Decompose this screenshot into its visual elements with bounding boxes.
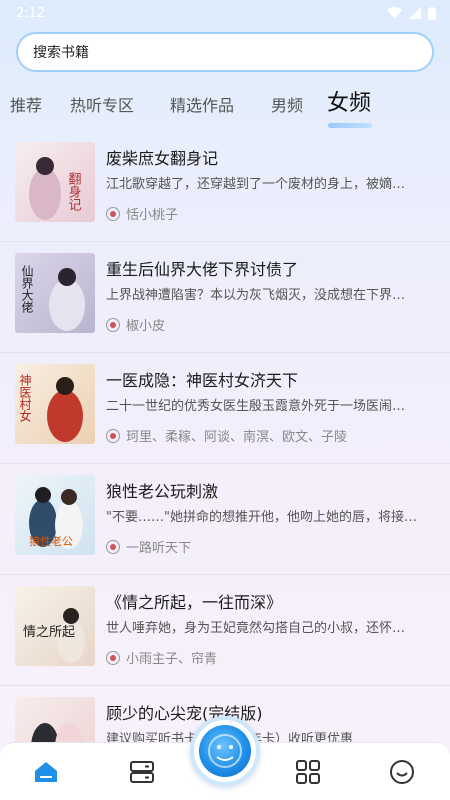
category-icon	[296, 760, 320, 784]
tab-indicator	[328, 123, 372, 128]
book-author: 珂里、柔稼、阿谈、南溟、欧文、子陵	[106, 426, 436, 445]
author-icon	[106, 428, 120, 443]
book-cover[interactable]: 情之所起	[15, 586, 95, 666]
author-icon	[106, 206, 120, 221]
player-button[interactable]	[190, 716, 260, 786]
book-cover[interactable]: 仙界大佬	[15, 253, 95, 333]
status-time: 2:12	[16, 5, 46, 21]
status-icons	[387, 6, 436, 20]
home-icon	[35, 762, 57, 782]
cover-text: 情之所起	[23, 625, 75, 640]
nav-category[interactable]	[293, 757, 323, 787]
book-title[interactable]: 狼性老公玩刺激	[106, 478, 436, 502]
book-item[interactable]: 狼性老公 狼性老公玩刺激 "不要……"她拼命的想推开他，他吻上她的唇，将接… 一…	[0, 464, 450, 575]
bookshelf-icon	[130, 761, 154, 783]
book-desc: 江北歌穿越了，还穿越到了一个废材的身上，被嫡…	[106, 177, 406, 192]
nav-bookshelf[interactable]	[127, 757, 157, 787]
nav-home[interactable]	[31, 757, 61, 787]
battery-icon	[428, 6, 436, 20]
tab-recommend[interactable]: 推荐	[10, 92, 42, 116]
author-name: 珂里、柔稼、阿谈、南溟、欧文、子陵	[126, 430, 348, 445]
signal-icon	[409, 7, 421, 19]
tab-hot[interactable]: 热听专区	[70, 92, 134, 116]
book-item[interactable]: 情之所起 《情之所起，一往而深》 世人唾弃她，身为王妃竟然勾搭自己的小叔，还怀……	[0, 575, 450, 686]
book-desc: 二十一世纪的优秀女医生殷玉霞意外死于一场医闹…	[106, 399, 406, 414]
tab-female[interactable]: 女频	[327, 85, 371, 117]
category-tabs: 推荐 热听专区 精选作品 男频 女频	[0, 82, 450, 126]
book-title[interactable]: 一医成隐：神医村女济天下	[106, 367, 436, 391]
author-name: 一路听天下	[126, 541, 192, 556]
author-name: 椒小皮	[126, 319, 166, 334]
book-item[interactable]: 神医村女 一医成隐：神医村女济天下 二十一世纪的优秀女医生殷玉霞意外死于一场医闹…	[0, 353, 450, 464]
book-item[interactable]: 翻身记 废柴庶女翻身记 江北歌穿越了，还穿越到了一个废材的身上，被嫡… 恬小桃子	[0, 131, 450, 242]
book-title[interactable]: 重生后仙界大佬下界讨债了	[106, 256, 436, 280]
cover-text: 狼性老公	[29, 534, 73, 548]
author-icon	[106, 317, 120, 332]
book-author: 椒小皮	[106, 315, 436, 334]
book-list: 翻身记 废柴庶女翻身记 江北歌穿越了，还穿越到了一个废材的身上，被嫡… 恬小桃子…	[0, 131, 450, 797]
author-icon	[106, 650, 120, 665]
book-title[interactable]: 《情之所起，一往而深》	[106, 589, 436, 613]
book-cover[interactable]: 狼性老公	[15, 475, 95, 555]
player-icon	[199, 725, 251, 777]
nav-profile[interactable]	[387, 757, 417, 787]
book-desc: 上界战神遭陷害？本以为灰飞烟灭，没成想在下界…	[106, 288, 406, 303]
book-author: 一路听天下	[106, 537, 436, 556]
cover-text: 神医村女	[18, 374, 32, 422]
tab-male[interactable]: 男频	[271, 92, 303, 116]
search-input[interactable]: 搜索书籍	[16, 32, 434, 72]
book-cover[interactable]: 翻身记	[15, 142, 95, 222]
tab-featured[interactable]: 精选作品	[170, 92, 234, 116]
cover-text: 翻身记	[66, 172, 82, 211]
book-desc: "不要……"她拼命的想推开他，他吻上她的唇，将接…	[106, 510, 417, 525]
author-name: 小雨主子、帘青	[126, 652, 218, 667]
status-bar: 2:12	[0, 0, 450, 26]
book-cover[interactable]: 神医村女	[15, 364, 95, 444]
book-title[interactable]: 顾少的心尖宠(完结版)	[106, 700, 436, 724]
book-item[interactable]: 仙界大佬 重生后仙界大佬下界讨债了 上界战神遭陷害？本以为灰飞烟灭，没成想在下界…	[0, 242, 450, 353]
wifi-icon	[387, 7, 402, 19]
author-name: 恬小桃子	[126, 208, 179, 223]
cover-text: 仙界大佬	[20, 265, 34, 314]
author-icon	[106, 539, 120, 554]
book-author: 恬小桃子	[106, 204, 436, 223]
search-placeholder: 搜索书籍	[33, 45, 89, 61]
book-title[interactable]: 废柴庶女翻身记	[106, 145, 436, 169]
book-author: 小雨主子、帘青	[106, 648, 436, 667]
profile-icon	[390, 760, 414, 784]
book-desc: 世人唾弃她，身为王妃竟然勾搭自己的小叔，还怀…	[106, 621, 406, 636]
